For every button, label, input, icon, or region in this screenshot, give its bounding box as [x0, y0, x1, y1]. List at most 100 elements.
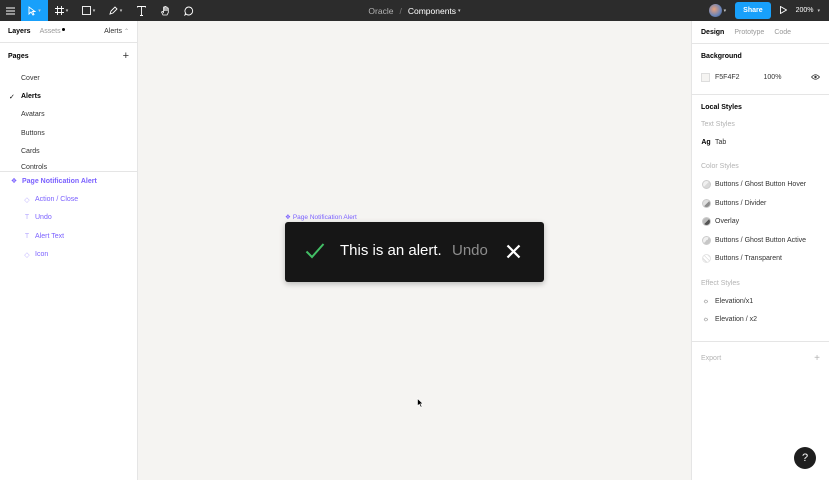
text-style-tab[interactable]: Ag Tab — [701, 133, 820, 152]
chevron-down-icon[interactable]: ▾ — [724, 8, 727, 14]
cursor-arrow-icon — [28, 5, 37, 16]
tab-layers[interactable]: Layers — [8, 28, 31, 35]
layer-alert-text[interactable]: T Alert Text — [0, 227, 137, 245]
export-title: Export — [701, 354, 722, 362]
undo-action[interactable]: Undo — [452, 242, 488, 259]
local-styles-title: Local Styles — [701, 104, 742, 111]
style-label: Tab — [715, 138, 727, 146]
pen-icon — [109, 6, 118, 15]
project-name[interactable]: Oracle — [368, 6, 393, 16]
checkmark-icon: ✓ — [9, 93, 15, 101]
layer-undo[interactable]: T Undo — [0, 209, 137, 227]
export-section: Export + — [692, 342, 829, 373]
effect-style-x2[interactable]: ☼ Elevation / x2 — [701, 311, 820, 330]
tab-code[interactable]: Code — [774, 29, 791, 36]
page-item-avatars[interactable]: Avatars — [0, 106, 137, 124]
help-button[interactable]: ? — [794, 447, 816, 469]
main-menu-button[interactable] — [0, 0, 21, 21]
color-swatch[interactable] — [701, 72, 710, 82]
page-item-label: Cover — [21, 74, 40, 82]
layer-label: Action / Close — [35, 196, 79, 204]
tab-assets-label: Assets — [39, 28, 61, 35]
page-item-controls[interactable]: Controls — [0, 161, 137, 171]
background-row: F5F4F2 100% — [701, 68, 820, 86]
close-icon[interactable] — [506, 244, 521, 259]
present-play-icon[interactable] — [779, 5, 788, 16]
color-style-ghost-hover[interactable]: Buttons / Ghost Button Hover — [701, 176, 820, 195]
text-icon: T — [24, 232, 30, 240]
zoom-level[interactable]: 200% ▾ — [796, 7, 820, 14]
layer-label: Icon — [35, 251, 49, 259]
page-select[interactable]: Alerts ⌃ — [104, 28, 129, 35]
page-item-label: Alerts — [21, 93, 41, 101]
eye-icon[interactable] — [811, 74, 820, 80]
pages-title: Pages — [8, 52, 29, 60]
comment-icon — [184, 6, 194, 16]
shape-tool-button[interactable]: ▾ — [75, 0, 102, 21]
mouse-cursor-icon — [417, 398, 424, 408]
style-label: Elevation / x2 — [715, 316, 758, 324]
sun-effect-icon: ☼ — [702, 297, 710, 305]
page-item-buttons[interactable]: Buttons — [0, 124, 137, 142]
add-export-plus-icon[interactable]: + — [814, 353, 820, 364]
component-icon: ❖ — [10, 178, 18, 186]
hand-icon — [160, 5, 169, 15]
color-style-transparent[interactable]: Buttons / Transparent — [701, 250, 820, 269]
color-chip-icon — [701, 254, 711, 264]
export-row: Export + — [701, 351, 820, 365]
pen-tool-button[interactable]: ▾ — [102, 0, 129, 21]
tab-assets[interactable]: Assets — [40, 28, 65, 35]
toolbar: ▾ ▾ ▾ ▾ Oracle / Components ▾ ▾ Share 20… — [0, 0, 829, 21]
frame-label[interactable]: ❖ Page Notification Alert — [285, 213, 357, 222]
chevron-down-icon[interactable]: ▾ — [458, 8, 461, 14]
color-chip-icon — [701, 198, 711, 208]
text-styles-title: Text Styles — [701, 120, 735, 128]
color-chip-icon — [701, 180, 711, 190]
chevron-down-icon: ▾ — [38, 7, 41, 14]
layer-icon[interactable]: ◇ Icon — [0, 246, 137, 264]
tab-design[interactable]: Design — [701, 29, 724, 36]
background-opacity-input[interactable]: 100% — [764, 74, 782, 81]
layer-page-notification-alert[interactable]: ❖ Page Notification Alert — [0, 172, 137, 190]
comment-tool-button[interactable] — [177, 0, 201, 21]
chevron-down-icon: ▾ — [817, 8, 820, 14]
pages-header: Pages + — [0, 43, 137, 69]
frame-label-text: Page Notification Alert — [292, 213, 357, 221]
color-chip-icon — [701, 217, 711, 227]
page-notification-alert[interactable]: This is an alert. Undo — [285, 222, 544, 282]
style-label: Buttons / Divider — [715, 199, 767, 207]
sun-effect-icon: ☼ — [702, 316, 710, 324]
page-list: Cover ✓ Alerts Avatars Buttons Cards Cont… — [0, 69, 137, 171]
style-label: Buttons / Ghost Button Hover — [715, 181, 807, 189]
layer-label: Undo — [35, 214, 52, 222]
color-style-overlay[interactable]: Overlay — [701, 213, 820, 232]
tab-prototype[interactable]: Prototype — [734, 29, 764, 36]
move-tool-button[interactable]: ▾ — [21, 0, 48, 21]
layer-action-close[interactable]: ◇ Action / Close — [0, 190, 137, 208]
effect-style-x1[interactable]: ☼ Elevation/x1 — [701, 292, 820, 311]
text-icon — [136, 5, 146, 16]
color-style-ghost-active[interactable]: Buttons / Ghost Button Active — [701, 231, 820, 250]
frame-tool-button[interactable]: ▾ — [48, 0, 75, 21]
canvas[interactable]: ❖ Page Notification Alert This is an ale… — [138, 21, 691, 480]
share-button[interactable]: Share — [735, 2, 771, 19]
page-item-alerts[interactable]: ✓ Alerts — [0, 87, 137, 105]
breadcrumb-separator: / — [399, 5, 402, 16]
background-title: Background — [701, 53, 742, 60]
effect-styles-title: Effect Styles — [701, 279, 740, 287]
file-name[interactable]: Components — [408, 6, 456, 16]
properties-panel: Design Prototype Code Background F5F4F2 … — [691, 21, 829, 480]
background-hex-input[interactable]: F5F4F2 — [715, 74, 740, 81]
add-page-plus-icon[interactable]: + — [123, 50, 129, 62]
color-style-divider[interactable]: Buttons / Divider — [701, 194, 820, 213]
page-item-cover[interactable]: Cover — [0, 69, 137, 87]
avatar[interactable] — [708, 4, 722, 17]
text-tool-button[interactable] — [129, 0, 153, 21]
component-icon: ❖ — [285, 214, 291, 221]
background-section: Background F5F4F2 100% — [692, 44, 829, 95]
page-item-cards[interactable]: Cards — [0, 143, 137, 161]
hand-tool-button[interactable] — [153, 0, 177, 21]
layer-list: ❖ Page Notification Alert ◇ Action / Clo… — [0, 172, 137, 264]
instance-icon: ◇ — [24, 251, 30, 259]
page-item-label: Controls — [21, 163, 48, 171]
